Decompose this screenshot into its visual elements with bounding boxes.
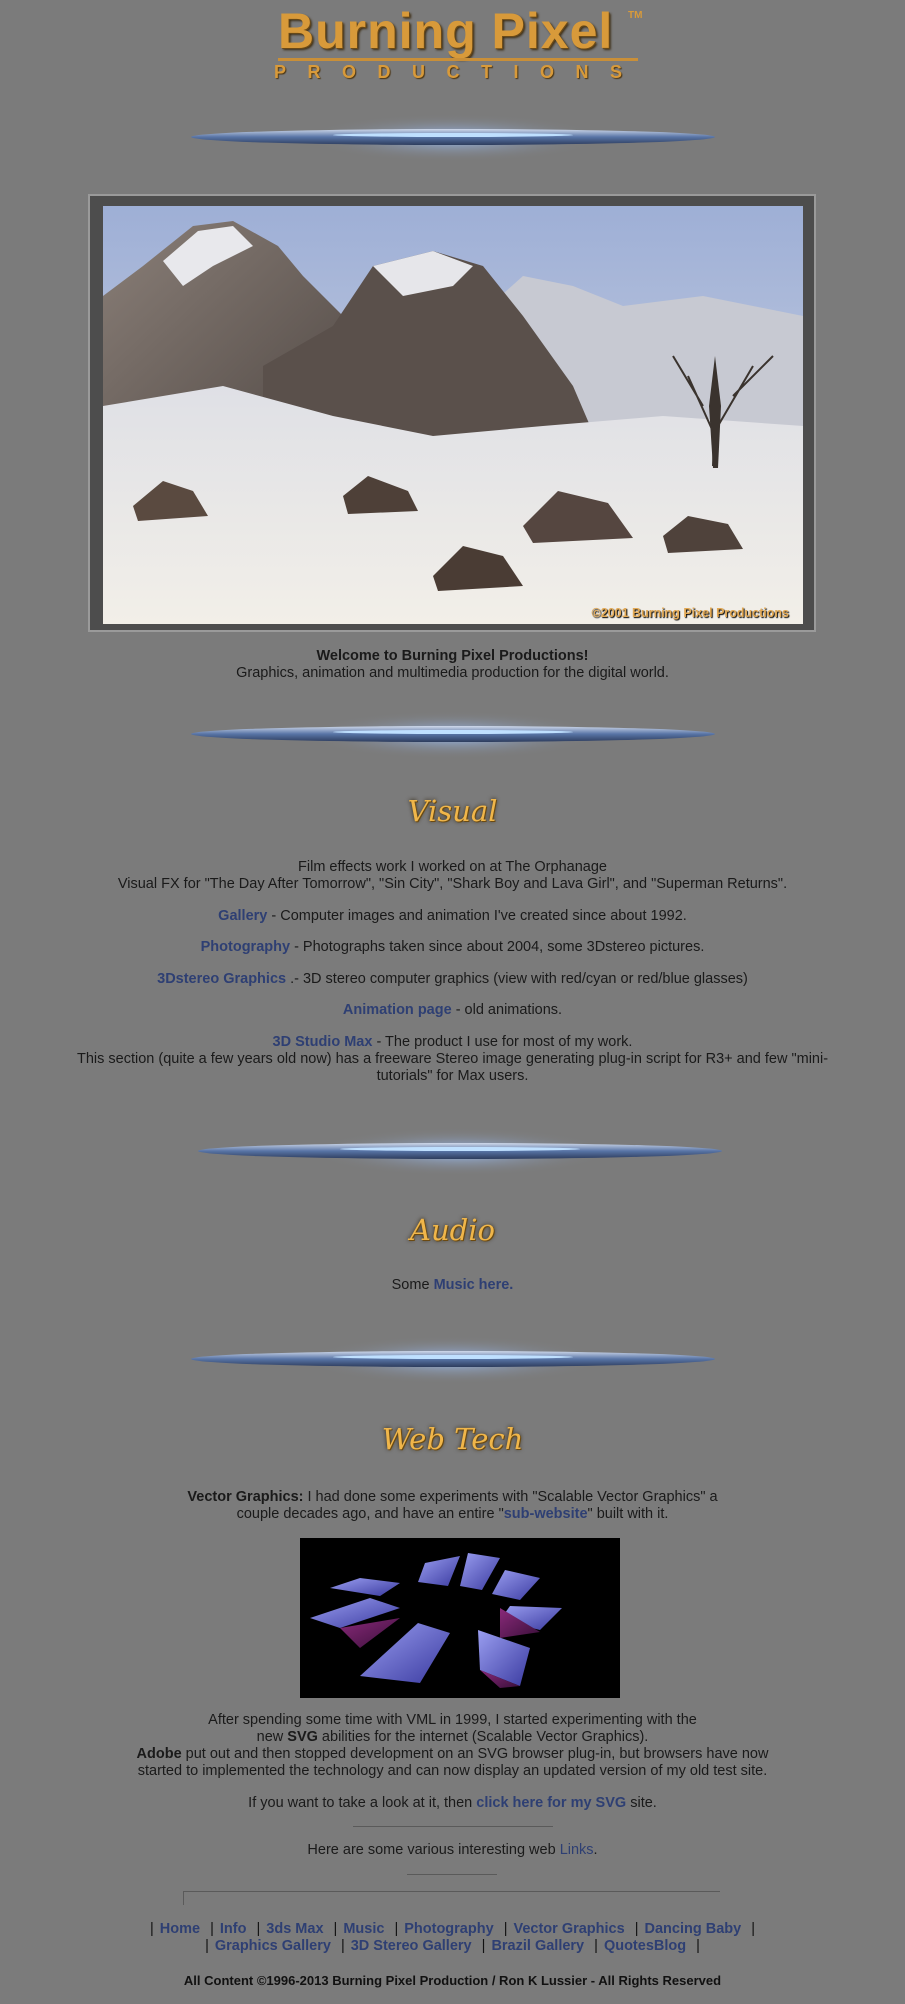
nav-quotesblog[interactable]: QuotesBlog bbox=[604, 1938, 686, 1954]
svg-para-line2a: new bbox=[256, 1729, 288, 1745]
3dsmax-desc: - The product I use for most of my work. bbox=[372, 1034, 633, 1050]
nav-info[interactable]: Info bbox=[220, 1921, 247, 1937]
glow-separator bbox=[183, 103, 723, 173]
visual-intro-line2: Visual FX for "The Day After Tomorrow", … bbox=[117, 876, 788, 892]
logo-subtitle: PRODUCTIONS bbox=[274, 62, 644, 82]
visual-item-3dsmax: 3D Studio Max - The product I use for mo… bbox=[68, 1034, 837, 1085]
footer-copyright: All Content ©1996-2013 Burning Pixel Pro… bbox=[183, 1973, 722, 1988]
photography-link[interactable]: Photography bbox=[201, 939, 290, 955]
visual-item-photography: Photography - Photographs taken since ab… bbox=[0, 939, 905, 956]
links-line: Here are some various interesting web Li… bbox=[0, 1842, 905, 1859]
gallery-desc: - Computer images and animation I've cre… bbox=[267, 908, 687, 924]
nav-photography[interactable]: Photography bbox=[404, 1921, 493, 1937]
nav-vector-graphics[interactable]: Vector Graphics bbox=[513, 1921, 624, 1937]
hero-frame: ©2001 Burning Pixel Productions bbox=[88, 194, 816, 632]
svg-site-link[interactable]: click here for my SVG bbox=[476, 1795, 626, 1811]
gallery-link[interactable]: Gallery bbox=[218, 908, 267, 924]
nav-dancing-baby[interactable]: Dancing Baby bbox=[645, 1921, 742, 1937]
vg-text-2a: couple decades ago, and have an entire " bbox=[236, 1506, 504, 1522]
logo-underline bbox=[278, 58, 638, 61]
glow-separator bbox=[183, 700, 723, 770]
svg-site-prefix: If you want to take a look at it, then bbox=[248, 1795, 477, 1811]
sub-website-link[interactable]: sub-website bbox=[504, 1506, 588, 1522]
adobe-bold: Adobe bbox=[136, 1746, 182, 1762]
nav-music[interactable]: Music bbox=[343, 1921, 384, 1937]
links-link[interactable]: Links bbox=[560, 1842, 594, 1858]
logo-title: Burning Pixel bbox=[278, 3, 614, 59]
nav-home[interactable]: Home bbox=[160, 1921, 200, 1937]
svg-paragraph: After spending some time with VML in 199… bbox=[0, 1712, 905, 1780]
animation-link[interactable]: Animation page bbox=[343, 1002, 452, 1018]
animation-desc: - old animations. bbox=[451, 1002, 563, 1018]
glow-separator bbox=[190, 1117, 730, 1187]
divider bbox=[353, 1826, 553, 1827]
3dsmax-note: This section (quite a few years old now)… bbox=[76, 1051, 829, 1084]
svg-para-line3: put out and then stopped development on … bbox=[181, 1746, 769, 1762]
nav-graphics-gallery[interactable]: Graphics Gallery bbox=[215, 1938, 331, 1954]
svg-bold: SVG bbox=[287, 1729, 318, 1745]
svg-para-line2b: abilities for the internet (Scalable Vec… bbox=[317, 1729, 649, 1745]
vg-text-2b: " built with it. bbox=[587, 1506, 669, 1522]
glow-separator bbox=[183, 1325, 723, 1395]
visual-intro: Film effects work I worked on at The Orp… bbox=[0, 859, 905, 893]
links-suffix: . bbox=[593, 1842, 598, 1858]
divider bbox=[407, 1874, 497, 1875]
image-copyright: ©2001 Burning Pixel Productions bbox=[591, 606, 789, 620]
svg-site-suffix: site. bbox=[626, 1795, 657, 1811]
welcome-title: Welcome to Burning Pixel Productions! bbox=[316, 648, 589, 664]
visual-item-animation: Animation page - old animations. bbox=[0, 1002, 905, 1019]
divider-edge bbox=[183, 1891, 184, 1905]
svg-para-line1: After spending some time with VML in 199… bbox=[208, 1712, 697, 1728]
vg-label: Vector Graphics: bbox=[187, 1489, 304, 1505]
footer-nav-row2: | Graphics Gallery | 3D Stereo Gallery | Br… bbox=[205, 1938, 700, 1954]
visual-item-gallery: Gallery - Computer images and animation … bbox=[0, 908, 905, 925]
nav-3dsmax[interactable]: 3ds Max bbox=[266, 1921, 323, 1937]
divider bbox=[183, 1891, 720, 1892]
vector-graphics-intro: Vector Graphics: I had done some experim… bbox=[0, 1489, 905, 1523]
vector-graphics-image[interactable] bbox=[300, 1538, 620, 1698]
hero-landscape-image: ©2001 Burning Pixel Productions bbox=[103, 206, 803, 624]
svg-site-line: If you want to take a look at it, then c… bbox=[0, 1795, 905, 1812]
section-heading-visual: Visual bbox=[407, 794, 498, 828]
visual-intro-line1: Film effects work I worked on at The Orp… bbox=[298, 859, 607, 875]
nav-3d-stereo-gallery[interactable]: 3D Stereo Gallery bbox=[351, 1938, 472, 1954]
section-heading-webtech: Web Tech bbox=[381, 1422, 524, 1456]
section-heading-audio: Audio bbox=[410, 1213, 495, 1247]
footer-nav-row1: | Home | Info | 3ds Max | Music | Photography… bbox=[150, 1921, 755, 1937]
svg-para-line4: started to implemented the technology an… bbox=[137, 1763, 768, 1779]
vg-text-1: I had done some experiments with "Scalab… bbox=[303, 1489, 718, 1505]
links-prefix: Here are some various interesting web bbox=[307, 1842, 560, 1858]
site-logo[interactable]: Burning Pixel TM PRODUCTIONS bbox=[270, 3, 650, 88]
logo-trademark: TM bbox=[628, 10, 643, 21]
photography-desc: - Photographs taken since about 2004, so… bbox=[290, 939, 705, 955]
3dstereo-link[interactable]: 3Dstereo Graphics bbox=[157, 971, 290, 987]
welcome-tagline: Graphics, animation and multimedia produ… bbox=[236, 665, 669, 681]
welcome-block: Welcome to Burning Pixel Productions! Gr… bbox=[0, 648, 905, 682]
nav-brazil-gallery[interactable]: Brazil Gallery bbox=[491, 1938, 584, 1954]
visual-item-3dstereo: 3Dstereo Graphics .- 3D stereo computer … bbox=[0, 971, 905, 988]
audio-line: Some Music here. bbox=[0, 1277, 905, 1294]
music-link[interactable]: Music here. bbox=[434, 1277, 514, 1293]
3dstereo-desc: .- 3D stereo computer graphics (view wit… bbox=[290, 971, 748, 987]
3dsmax-link[interactable]: 3D Studio Max bbox=[273, 1034, 373, 1050]
audio-prefix: Some bbox=[391, 1277, 434, 1293]
